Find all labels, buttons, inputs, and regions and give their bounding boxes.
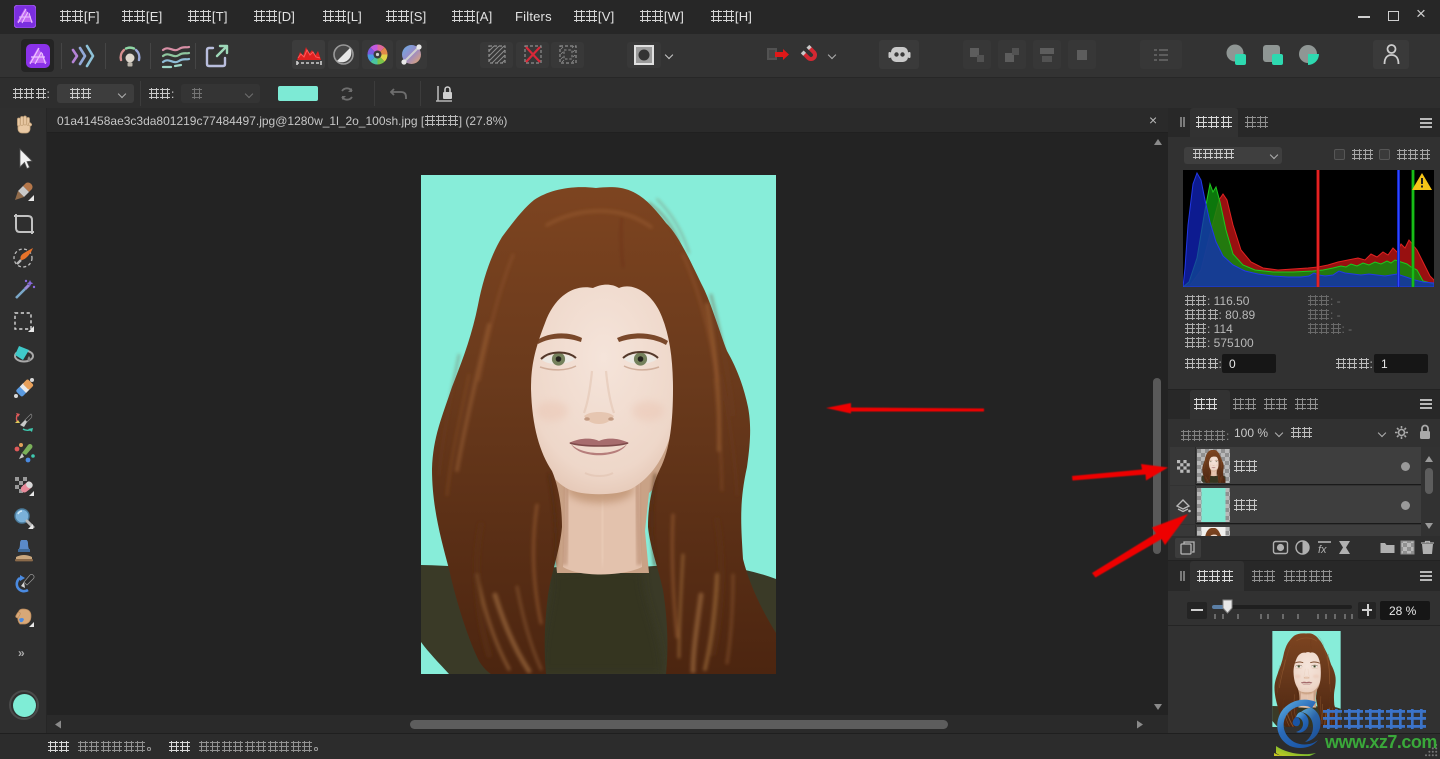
svg-text:fx: fx [1318,544,1327,556]
